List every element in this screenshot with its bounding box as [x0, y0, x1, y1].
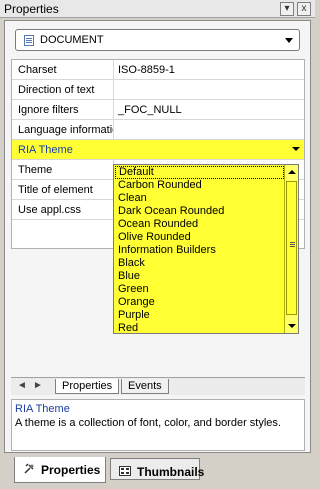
title-bar: Properties ▾ x	[0, 0, 315, 18]
dropdown-menu-button[interactable]: ▾	[280, 2, 294, 16]
property-value[interactable]	[114, 120, 304, 139]
theme-option[interactable]: Information Builders	[114, 244, 298, 257]
theme-dropdown-list[interactable]: Default Carbon Rounded Clean Dark Ocean …	[113, 164, 299, 334]
tab-scroll-right-icon[interactable]: ►	[33, 380, 43, 391]
description-title: RIA Theme	[15, 403, 70, 415]
property-row-charset[interactable]: Charset ISO-8859-1	[12, 60, 304, 80]
property-name: Ignore filters	[12, 100, 114, 119]
window-title: Properties	[4, 2, 59, 16]
theme-option[interactable]: Olive Rounded	[114, 231, 298, 244]
theme-option[interactable]: Orange	[114, 296, 298, 309]
thumbnails-icon	[119, 466, 131, 476]
bottom-tab-bar: Properties Thumbnails	[0, 455, 315, 489]
document-icon	[24, 35, 34, 46]
close-button[interactable]: x	[297, 2, 311, 16]
property-name: Direction of text	[12, 80, 114, 99]
property-name: Language information	[12, 120, 114, 139]
property-value[interactable]	[114, 80, 304, 99]
properties-panel: DOCUMENT Charset ISO-8859-1 Direction of…	[4, 20, 311, 453]
tab-events[interactable]: Events	[121, 379, 169, 394]
property-name: RIA Theme	[18, 144, 73, 156]
theme-option[interactable]: Ocean Rounded	[114, 218, 298, 231]
theme-option[interactable]: Red	[114, 322, 298, 335]
theme-option[interactable]: Purple	[114, 309, 298, 322]
scroll-down-icon[interactable]	[288, 324, 296, 328]
property-value[interactable]: ISO-8859-1	[114, 60, 304, 79]
theme-option[interactable]: Dark Ocean Rounded	[114, 205, 298, 218]
theme-option[interactable]: Carbon Rounded	[114, 179, 298, 192]
chevron-down-icon[interactable]	[292, 147, 300, 151]
property-name: Charset	[12, 60, 114, 79]
tab-label: Thumbnails	[137, 465, 205, 479]
property-row-ria-theme[interactable]: RIA Theme	[12, 140, 304, 160]
property-value[interactable]: _FOC_NULL	[114, 100, 304, 119]
theme-option[interactable]: Clean	[114, 192, 298, 205]
property-row-direction[interactable]: Direction of text	[12, 80, 304, 100]
theme-option[interactable]: Green	[114, 283, 298, 296]
properties-icon	[24, 463, 34, 474]
chevron-down-icon	[285, 38, 293, 43]
property-row-ignore-filters[interactable]: Ignore filters _FOC_NULL	[12, 100, 304, 120]
tab-properties-bottom[interactable]: Properties	[14, 457, 106, 483]
property-row-language[interactable]: Language information	[12, 120, 304, 140]
property-value[interactable]	[114, 140, 304, 159]
theme-option[interactable]: Default	[115, 166, 284, 179]
dropdown-scrollbar[interactable]	[284, 165, 298, 333]
scrollbar-thumb[interactable]	[286, 181, 297, 315]
property-name: Theme	[12, 160, 114, 179]
grip-icon	[290, 242, 295, 243]
theme-option[interactable]: Blue	[114, 270, 298, 283]
tab-thumbnails[interactable]: Thumbnails	[110, 458, 204, 480]
property-name: Title of element	[12, 180, 114, 199]
description-text: A theme is a collection of font, color, …	[15, 417, 281, 429]
tab-scroll-left-icon[interactable]: ◄	[17, 380, 27, 391]
object-selector-value: DOCUMENT	[40, 34, 104, 46]
sheet-tab-bar: ◄ ► Properties Events	[11, 377, 305, 395]
theme-option[interactable]: Black	[114, 257, 298, 270]
scroll-up-icon[interactable]	[288, 170, 296, 174]
tab-properties[interactable]: Properties	[55, 379, 120, 394]
description-box: RIA Theme A theme is a collection of fon…	[11, 399, 305, 451]
object-selector[interactable]: DOCUMENT	[15, 29, 300, 51]
property-name: Use appl.css	[12, 200, 114, 219]
tab-label: Properties	[41, 463, 101, 477]
